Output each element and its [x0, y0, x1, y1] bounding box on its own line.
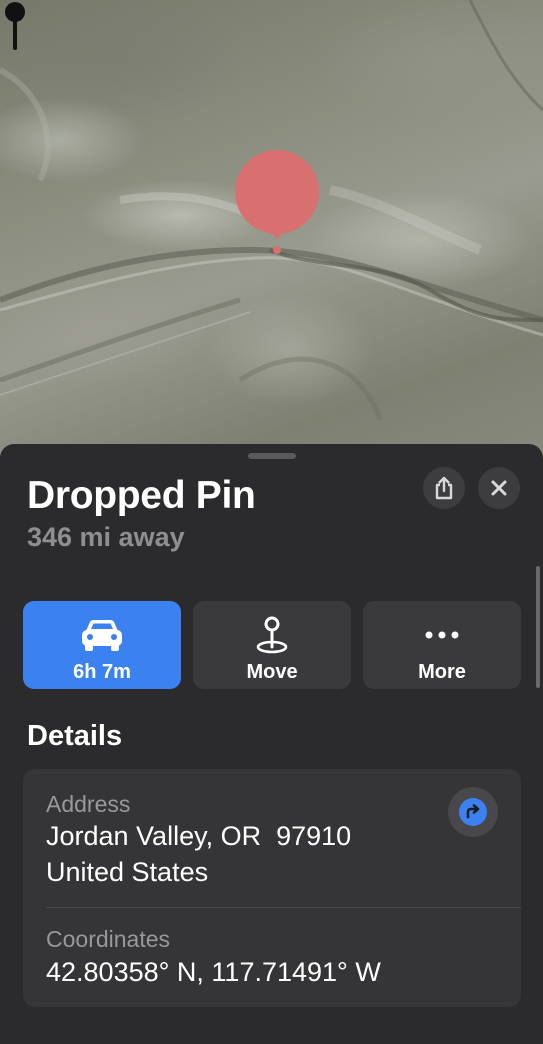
drive-directions-button[interactable]: 6h 7m	[23, 601, 181, 689]
details-card: Address Jordan Valley, OR 97910 United S…	[23, 769, 521, 1007]
close-icon	[491, 480, 507, 496]
scrollbar[interactable]	[536, 566, 540, 688]
move-label: Move	[246, 661, 298, 683]
details-heading: Details	[27, 720, 123, 752]
pin-pointer	[268, 226, 286, 240]
more-label: More	[418, 661, 466, 683]
move-pin-button[interactable]: Move	[193, 601, 351, 689]
address-label: Address	[46, 791, 131, 817]
place-title: Dropped Pin	[27, 474, 256, 517]
details-divider	[46, 907, 521, 908]
ellipsis-icon	[425, 631, 459, 639]
pin-move-icon	[256, 616, 288, 654]
action-buttons-row: 6h 7m Move More	[23, 601, 521, 689]
drive-time-label: 6h 7m	[73, 661, 131, 683]
directions-arrow-icon	[459, 798, 487, 826]
sheet-grabber[interactable]	[248, 453, 296, 459]
close-button[interactable]	[478, 467, 520, 509]
more-button[interactable]: More	[363, 601, 521, 689]
address-line-1: Jordan Valley, OR 97910	[46, 821, 352, 851]
place-card-sheet: Dropped Pin 346 mi away 6h 7m Move More …	[0, 444, 543, 1044]
coordinates-label: Coordinates	[46, 926, 171, 952]
dropped-pin-marker[interactable]	[235, 150, 319, 234]
distance-label: 346 mi away	[27, 522, 185, 552]
share-icon	[435, 476, 453, 500]
share-button[interactable]	[423, 467, 465, 509]
coordinates-value[interactable]: 42.80358° N, 117.71491° W	[46, 957, 381, 988]
pushpin-icon	[5, 2, 25, 50]
directions-button[interactable]	[448, 787, 498, 837]
pin-location-dot	[273, 246, 281, 254]
satellite-map[interactable]	[0, 0, 543, 470]
car-icon	[82, 620, 122, 651]
address-line-2: United States	[46, 857, 209, 887]
